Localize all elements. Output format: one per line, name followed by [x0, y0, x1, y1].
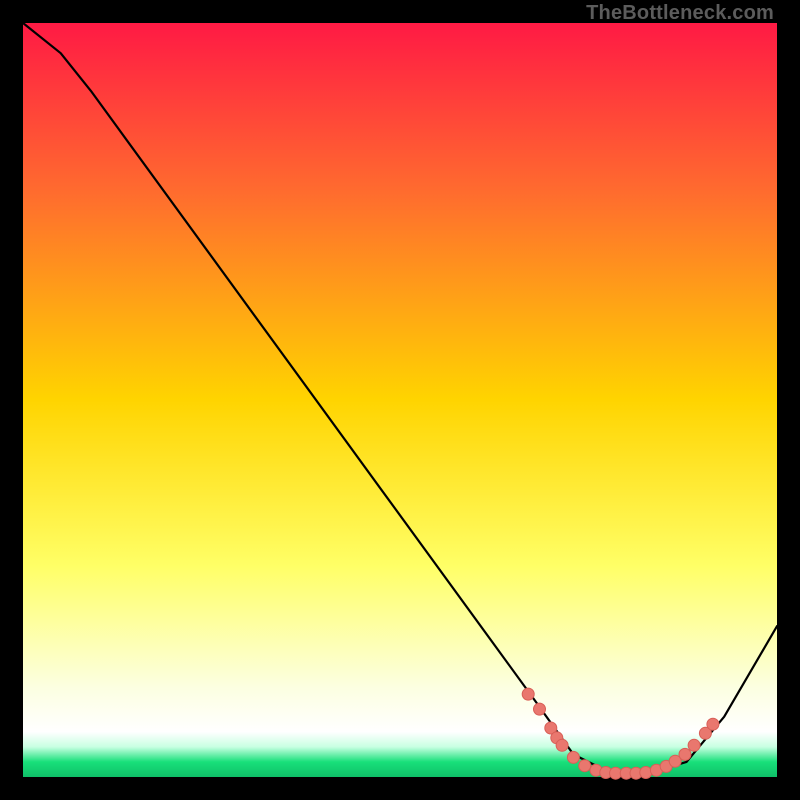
- data-marker: [579, 760, 591, 772]
- data-marker: [640, 767, 652, 779]
- data-marker: [707, 718, 719, 730]
- watermark-text: TheBottleneck.com: [586, 2, 774, 25]
- stage: TheBottleneck.com: [0, 0, 800, 800]
- plot-area: [23, 23, 777, 777]
- chart-svg: [23, 23, 777, 777]
- data-marker: [679, 748, 691, 760]
- data-marker: [522, 688, 534, 700]
- gradient-background: [23, 23, 777, 777]
- data-marker: [556, 739, 568, 751]
- data-marker: [688, 739, 700, 751]
- data-marker: [567, 751, 579, 763]
- data-marker: [534, 703, 546, 715]
